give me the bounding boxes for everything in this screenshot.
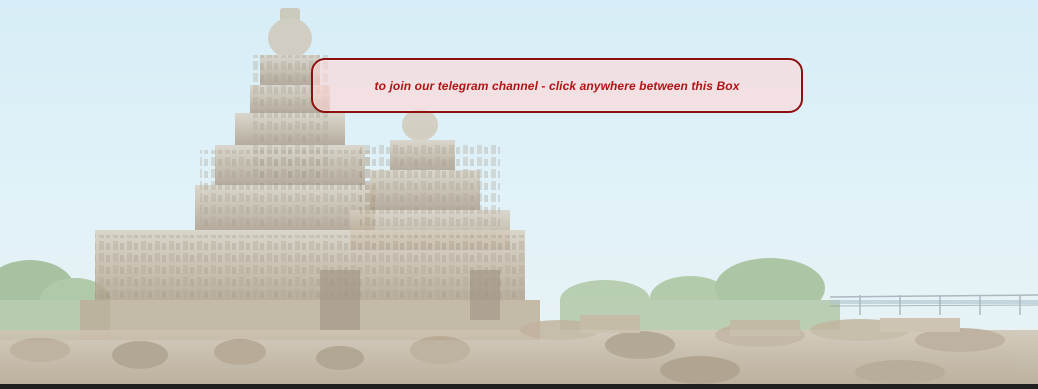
temple-base (80, 230, 540, 340)
bottom-edge-bar (0, 384, 1038, 389)
temple-main-tower (195, 8, 375, 230)
page: to join our telegram channel - click any… (0, 0, 1038, 389)
telegram-join-text: to join our telegram channel - click any… (374, 78, 740, 93)
fence (829, 294, 1038, 315)
temple-second-tower (350, 109, 510, 250)
telegram-join-box[interactable]: to join our telegram channel - click any… (311, 58, 803, 113)
